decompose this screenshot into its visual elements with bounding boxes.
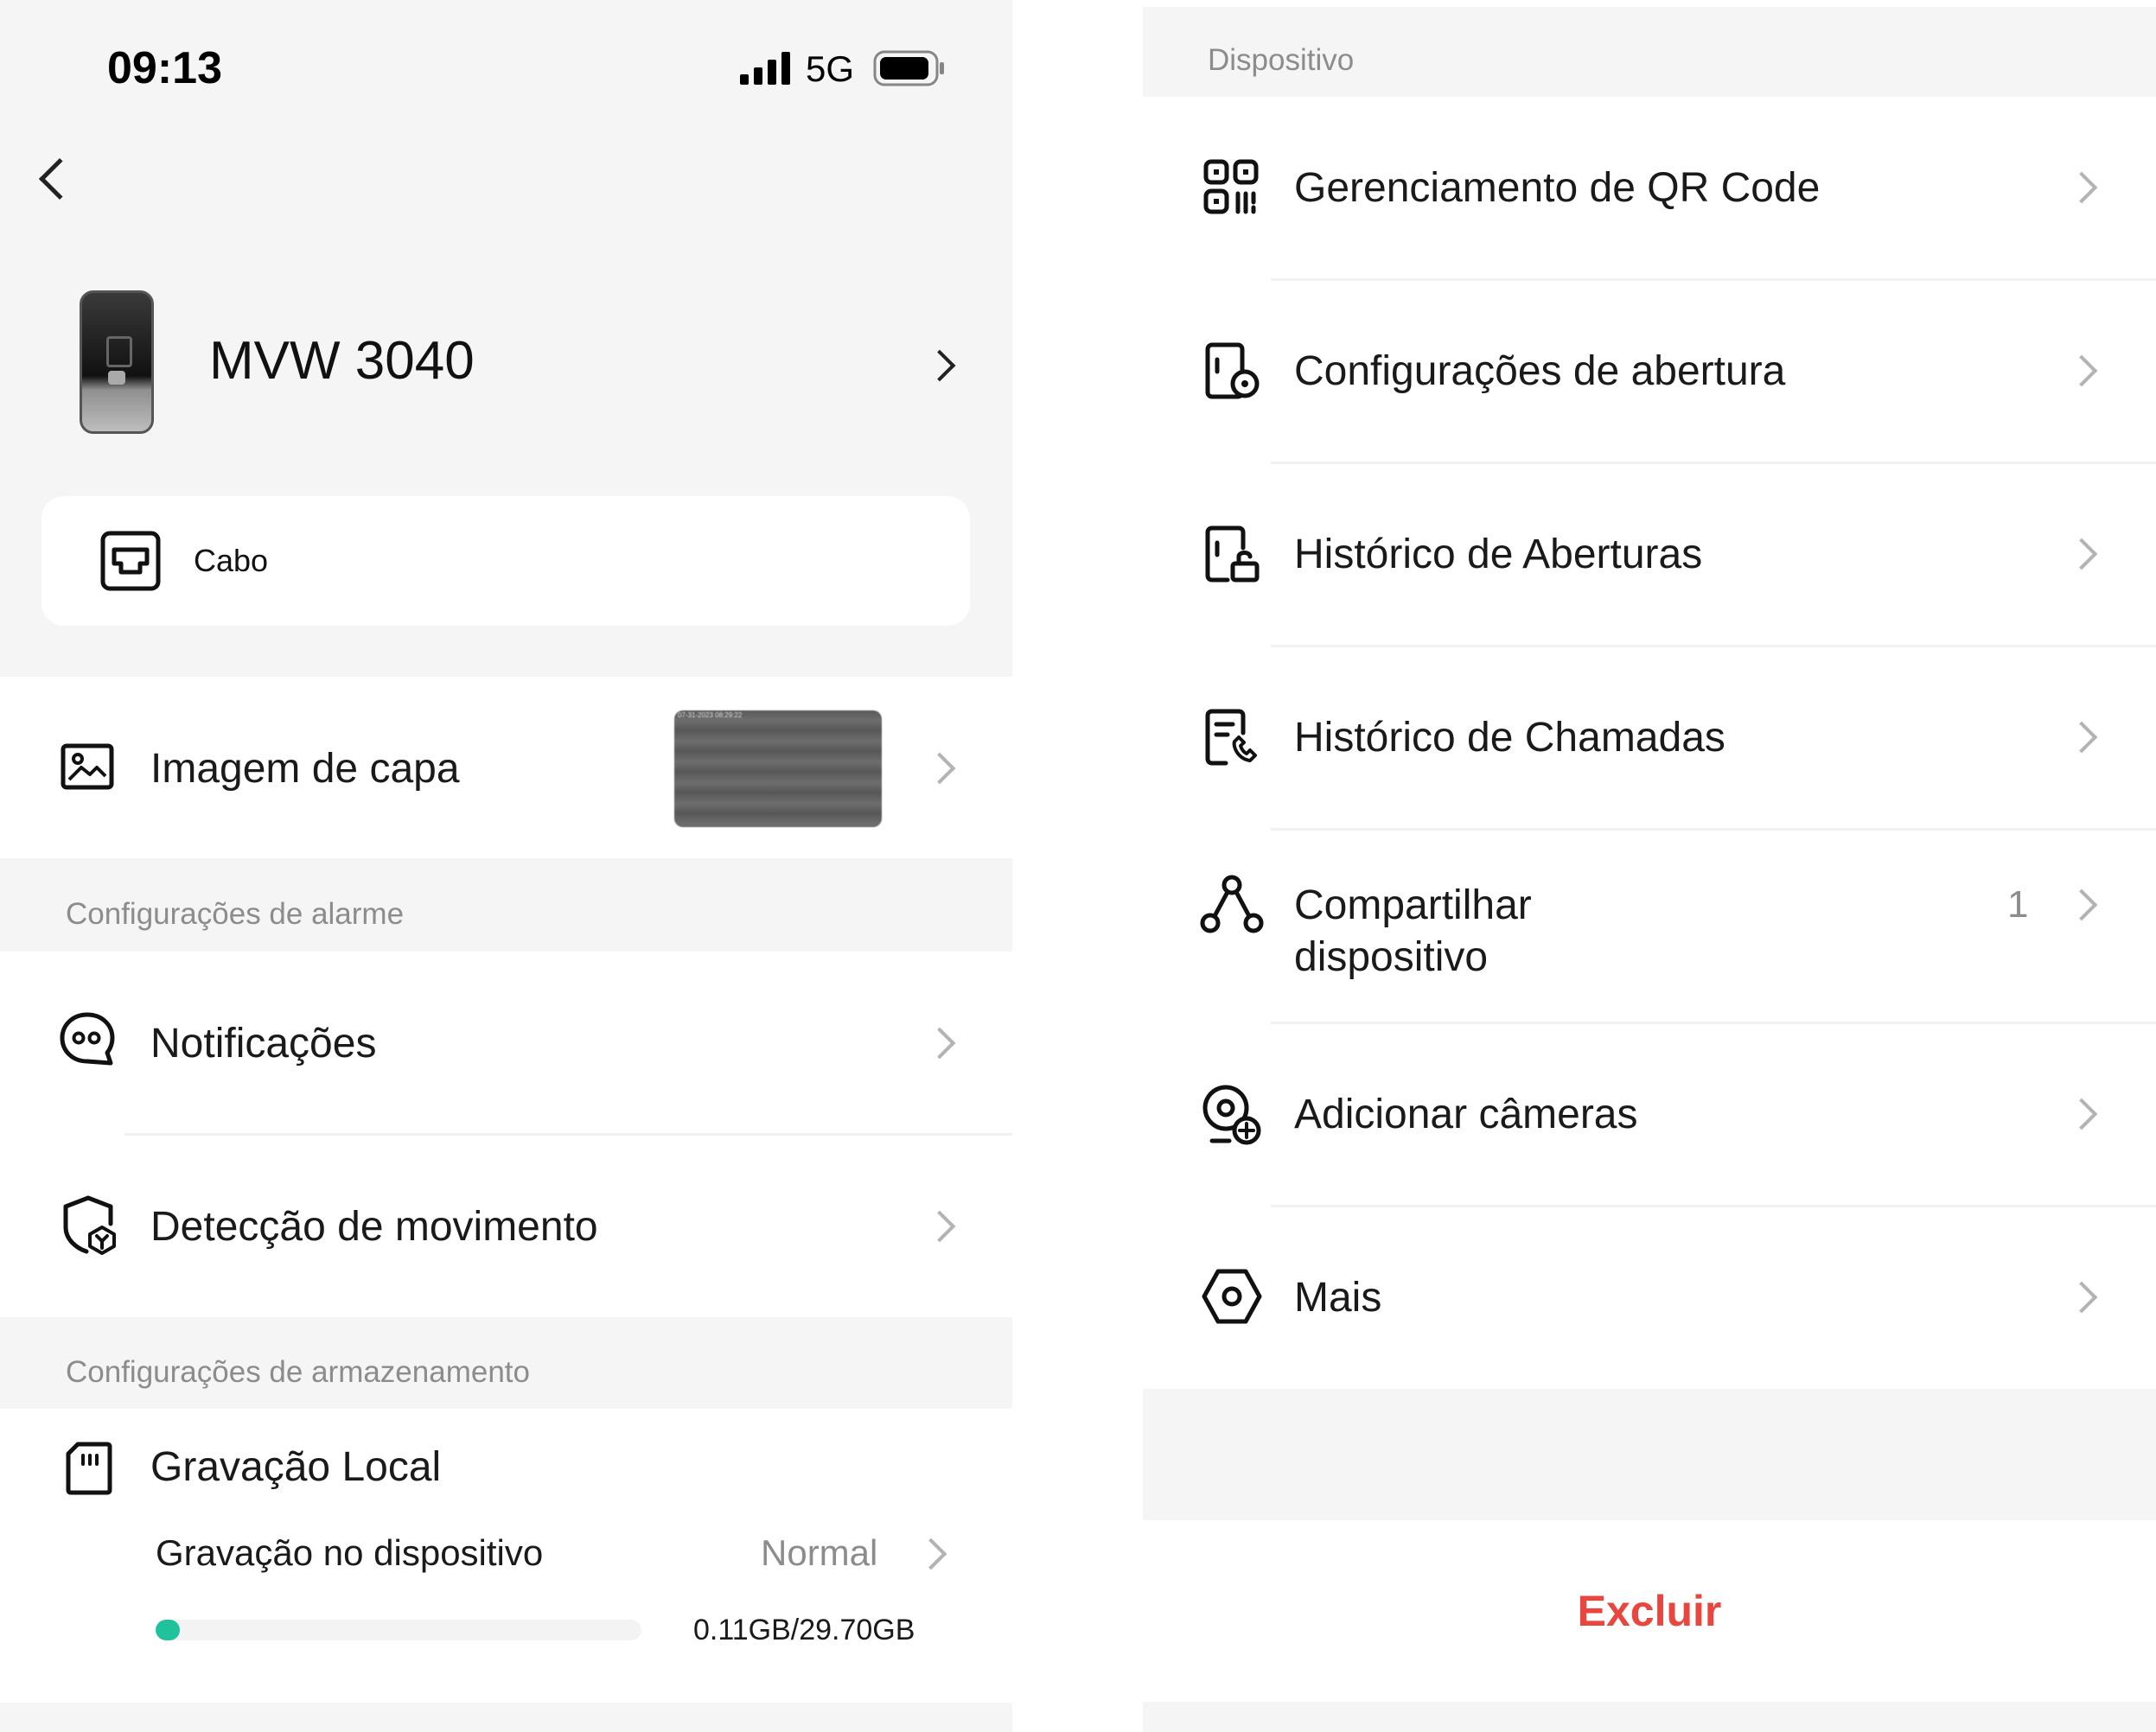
share-device-label-line1: Compartilhar	[1294, 882, 1532, 928]
sd-card-icon	[66, 1442, 112, 1495]
device-image	[80, 290, 154, 434]
hexagon-more-icon	[1202, 1269, 1262, 1324]
shield-motion-icon	[63, 1195, 116, 1255]
storage-usage-text: 0.11GB/29.70GB	[693, 1614, 915, 1646]
cover-thumbnail[interactable]: 07-31-2023 08:29:22	[674, 710, 882, 827]
share-icon	[1200, 875, 1264, 933]
qr-code-label: Gerenciamento de QR Code	[1294, 165, 1821, 211]
battery-icon	[873, 50, 944, 86]
unlock-history-label: Histórico de Aberturas	[1294, 532, 1703, 577]
storage-section-title: Configurações de armazenamento	[66, 1355, 530, 1389]
more-label: Mais	[1294, 1275, 1382, 1321]
cover-image-label: Imagem de capa	[150, 746, 460, 792]
local-recording-title: Gravação Local	[150, 1444, 442, 1490]
qr-code-icon	[1203, 159, 1259, 214]
left-panel-footer	[0, 1703, 1012, 1732]
delete-label: Excluir	[1577, 1587, 1722, 1635]
call-history-icon	[1205, 709, 1257, 766]
add-cameras-label: Adicionar câmeras	[1294, 1092, 1638, 1137]
device-recording-label[interactable]: Gravação no dispositivo	[156, 1530, 543, 1576]
network-label: 5G	[806, 48, 855, 89]
opening-config-label: Configurações de abertura	[1294, 348, 1786, 394]
connection-label: Cabo	[194, 543, 269, 578]
device-section-title: Dispositivo	[1208, 43, 1355, 77]
storage-usage-fill	[156, 1620, 180, 1640]
signal-icon	[740, 52, 790, 85]
right-panel-spacer	[1143, 1389, 2156, 1520]
share-device-label-line2: dispositivo	[1294, 934, 1489, 980]
status-time: 09:13	[107, 43, 222, 93]
door-open-icon	[1205, 342, 1260, 399]
device-recording-status: Normal	[761, 1532, 878, 1573]
call-history-label: Histórico de Chamadas	[1294, 715, 1725, 761]
connection-card	[41, 496, 970, 626]
share-count: 1	[2007, 883, 2029, 926]
storage-usage-track	[156, 1620, 641, 1640]
ethernet-icon	[100, 531, 161, 591]
device-name[interactable]: MVW 3040	[209, 327, 475, 396]
notifications-label: Notificações	[150, 1021, 377, 1067]
motion-detection-label: Detecção de movimento	[150, 1204, 598, 1250]
add-camera-icon	[1202, 1085, 1261, 1145]
image-icon	[61, 743, 114, 790]
unlock-history-icon	[1205, 525, 1260, 583]
notification-bubble-icon	[60, 1012, 115, 1066]
alarm-section-title: Configurações de alarme	[66, 897, 405, 931]
right-panel-footer	[1143, 1702, 2156, 1732]
cover-thumbnail-caption: 07-31-2023 08:29:22	[678, 711, 743, 719]
